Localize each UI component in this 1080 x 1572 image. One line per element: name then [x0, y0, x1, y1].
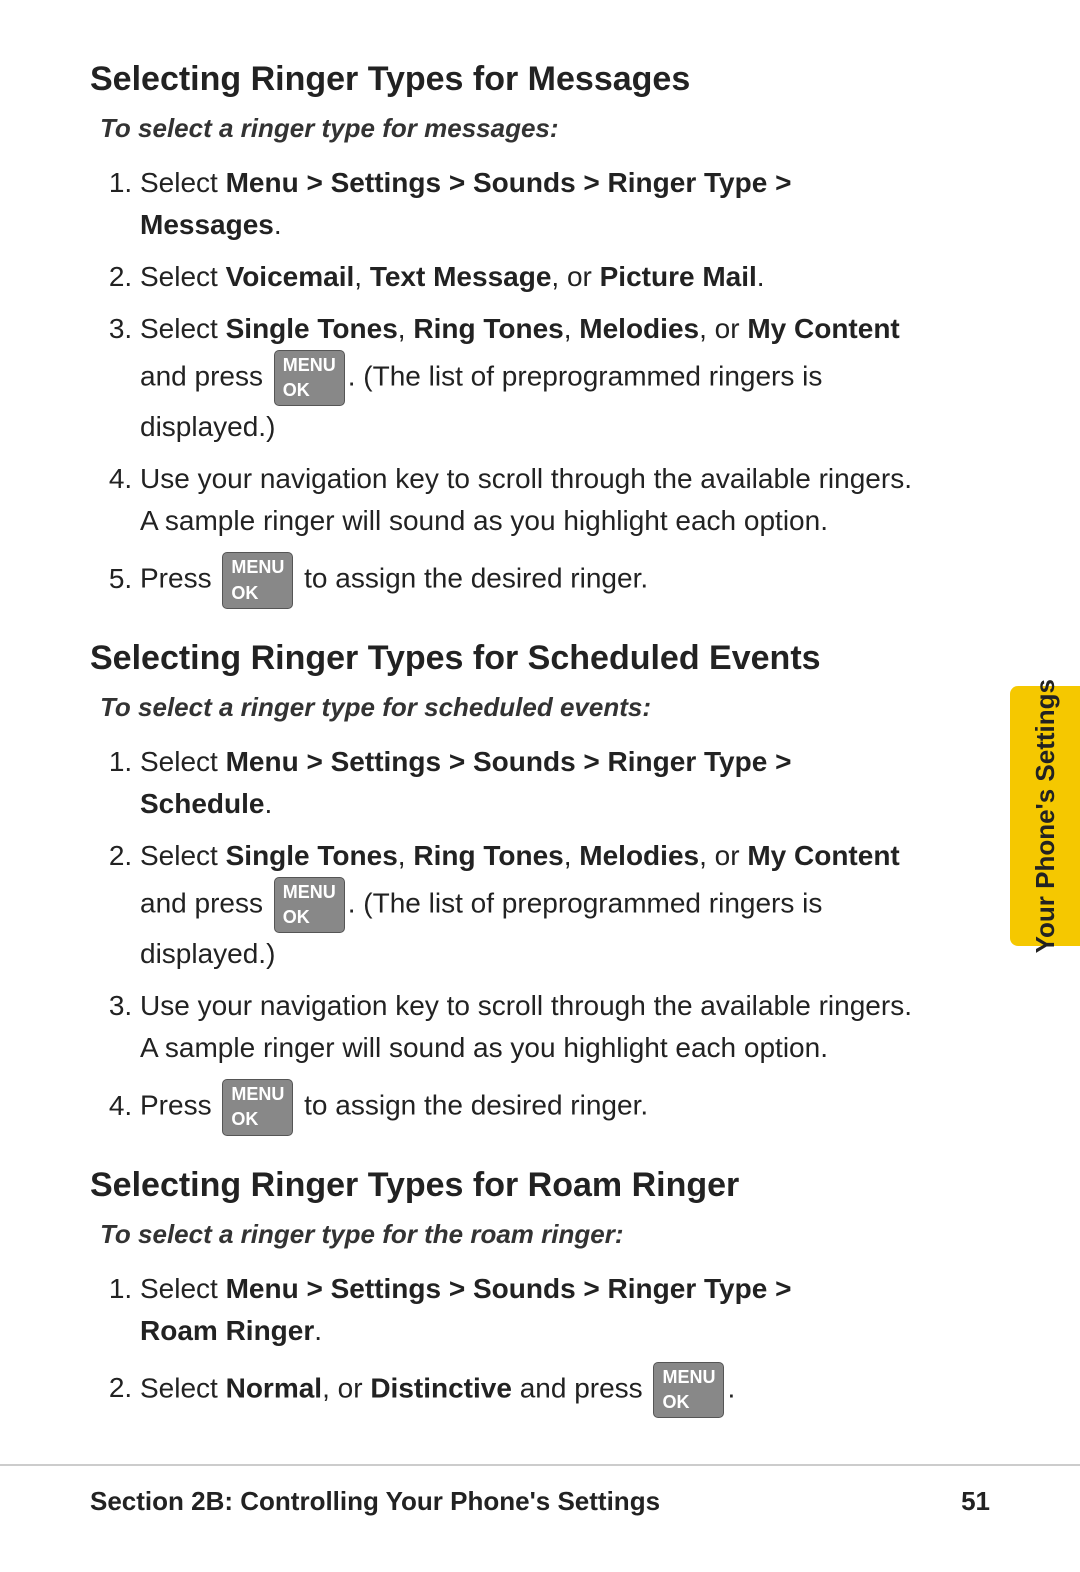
footer-page-number: 51 [961, 1486, 990, 1517]
list-item: Select Single Tones, Ring Tones, Melodie… [140, 308, 920, 448]
steps-roam: Select Menu > Settings > Sounds > Ringer… [140, 1268, 920, 1418]
instruction-messages: To select a ringer type for messages: [100, 113, 920, 144]
list-item: Press MENUOK to assign the desired ringe… [140, 1079, 920, 1135]
instruction-scheduled: To select a ringer type for scheduled ev… [100, 692, 920, 723]
section-scheduled: Selecting Ringer Types for Scheduled Eve… [90, 639, 920, 1136]
list-item: Select Single Tones, Ring Tones, Melodie… [140, 835, 920, 975]
list-item: Select Menu > Settings > Sounds > Ringer… [140, 741, 920, 825]
side-tab: Your Phone's Settings [1010, 686, 1080, 946]
section-title-roam: Selecting Ringer Types for Roam Ringer [90, 1166, 920, 1205]
side-tab-label: Your Phone's Settings [1030, 679, 1061, 953]
list-item: Select Voicemail, Text Message, or Pictu… [140, 256, 920, 298]
section-roam: Selecting Ringer Types for Roam Ringer T… [90, 1166, 920, 1418]
list-item: Press MENUOK to assign the desired ringe… [140, 552, 920, 608]
section-title-scheduled: Selecting Ringer Types for Scheduled Eve… [90, 639, 920, 678]
menu-button-icon: MENUOK [274, 350, 345, 406]
instruction-roam: To select a ringer type for the roam rin… [100, 1219, 920, 1250]
footer: Section 2B: Controlling Your Phone's Set… [0, 1464, 1080, 1517]
list-item: Use your navigation key to scroll throug… [140, 458, 920, 542]
list-item: Select Menu > Settings > Sounds > Ringer… [140, 162, 920, 246]
menu-button-icon: MENUOK [222, 552, 293, 608]
menu-button-icon: MENUOK [222, 1079, 293, 1135]
menu-button-icon: MENUOK [653, 1362, 724, 1418]
section-messages: Selecting Ringer Types for Messages To s… [90, 60, 920, 609]
list-item: Select Normal, or Distinctive and press … [140, 1362, 920, 1418]
list-item: Use your navigation key to scroll throug… [140, 985, 920, 1069]
section-title-messages: Selecting Ringer Types for Messages [90, 60, 920, 99]
steps-messages: Select Menu > Settings > Sounds > Ringer… [140, 162, 920, 609]
page-content: Selecting Ringer Types for Messages To s… [90, 60, 920, 1418]
steps-scheduled: Select Menu > Settings > Sounds > Ringer… [140, 741, 920, 1136]
list-item: Select Menu > Settings > Sounds > Ringer… [140, 1268, 920, 1352]
footer-section-label: Section 2B: Controlling Your Phone's Set… [90, 1486, 660, 1517]
menu-button-icon: MENUOK [274, 877, 345, 933]
